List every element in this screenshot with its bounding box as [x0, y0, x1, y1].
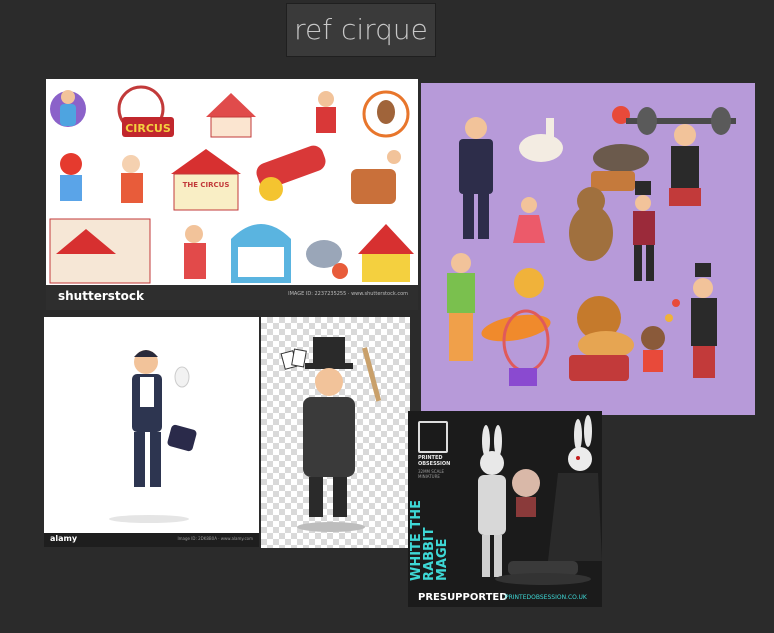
cartoon-magician-illustration: [280, 337, 382, 532]
circus-characters-illustration: [447, 106, 736, 386]
cartoon-magician-image[interactable]: [261, 317, 410, 548]
alamy-logo: alamy: [50, 534, 78, 543]
shutterstock-logo: shutterstock: [58, 289, 144, 303]
the-circus-sign-text: THE CIRCUS: [183, 181, 230, 189]
printed-obsession-miniature-image[interactable]: PRINTED OBSESSION 32MM SCALE MINIATURE W…: [408, 411, 602, 607]
circus-clipart-illustration: CIRCUS THE CIRCUS: [49, 85, 414, 284]
presupported-label: PRESUPPORTED: [418, 592, 508, 603]
circus-collection-image[interactable]: CIRCUS THE CIRCUS shutterstock IMAGE ID:…: [46, 79, 418, 310]
magician-with-rabbit-illustration: [109, 350, 197, 523]
magician-illustration-image[interactable]: alamy Image ID: 2DK8B0A · www.alamy.com: [44, 317, 259, 547]
image-id-text: IMAGE ID: 2237235255 · www.shutterstock.…: [288, 291, 408, 297]
circus-characters-purple-image[interactable]: [421, 83, 755, 415]
circus-sign-text: CIRCUS: [125, 122, 171, 135]
image-id-text: Image ID: 2DK8B0A · www.alamy.com: [177, 536, 253, 541]
board-title[interactable]: ref cirque: [286, 3, 436, 57]
miniature-title: WHITE THE RABBIT MAGE: [409, 500, 450, 581]
presupported-bar: PRESUPPORTED PRINTEDOBSESSION.CO.UK: [408, 590, 602, 607]
stock-footer: alamy Image ID: 2DK8B0A · www.alamy.com: [44, 533, 259, 547]
website-text: PRINTEDOBSESSION.CO.UK: [505, 594, 587, 601]
stock-footer: shutterstock IMAGE ID: 2237235255 · www.…: [46, 285, 418, 310]
